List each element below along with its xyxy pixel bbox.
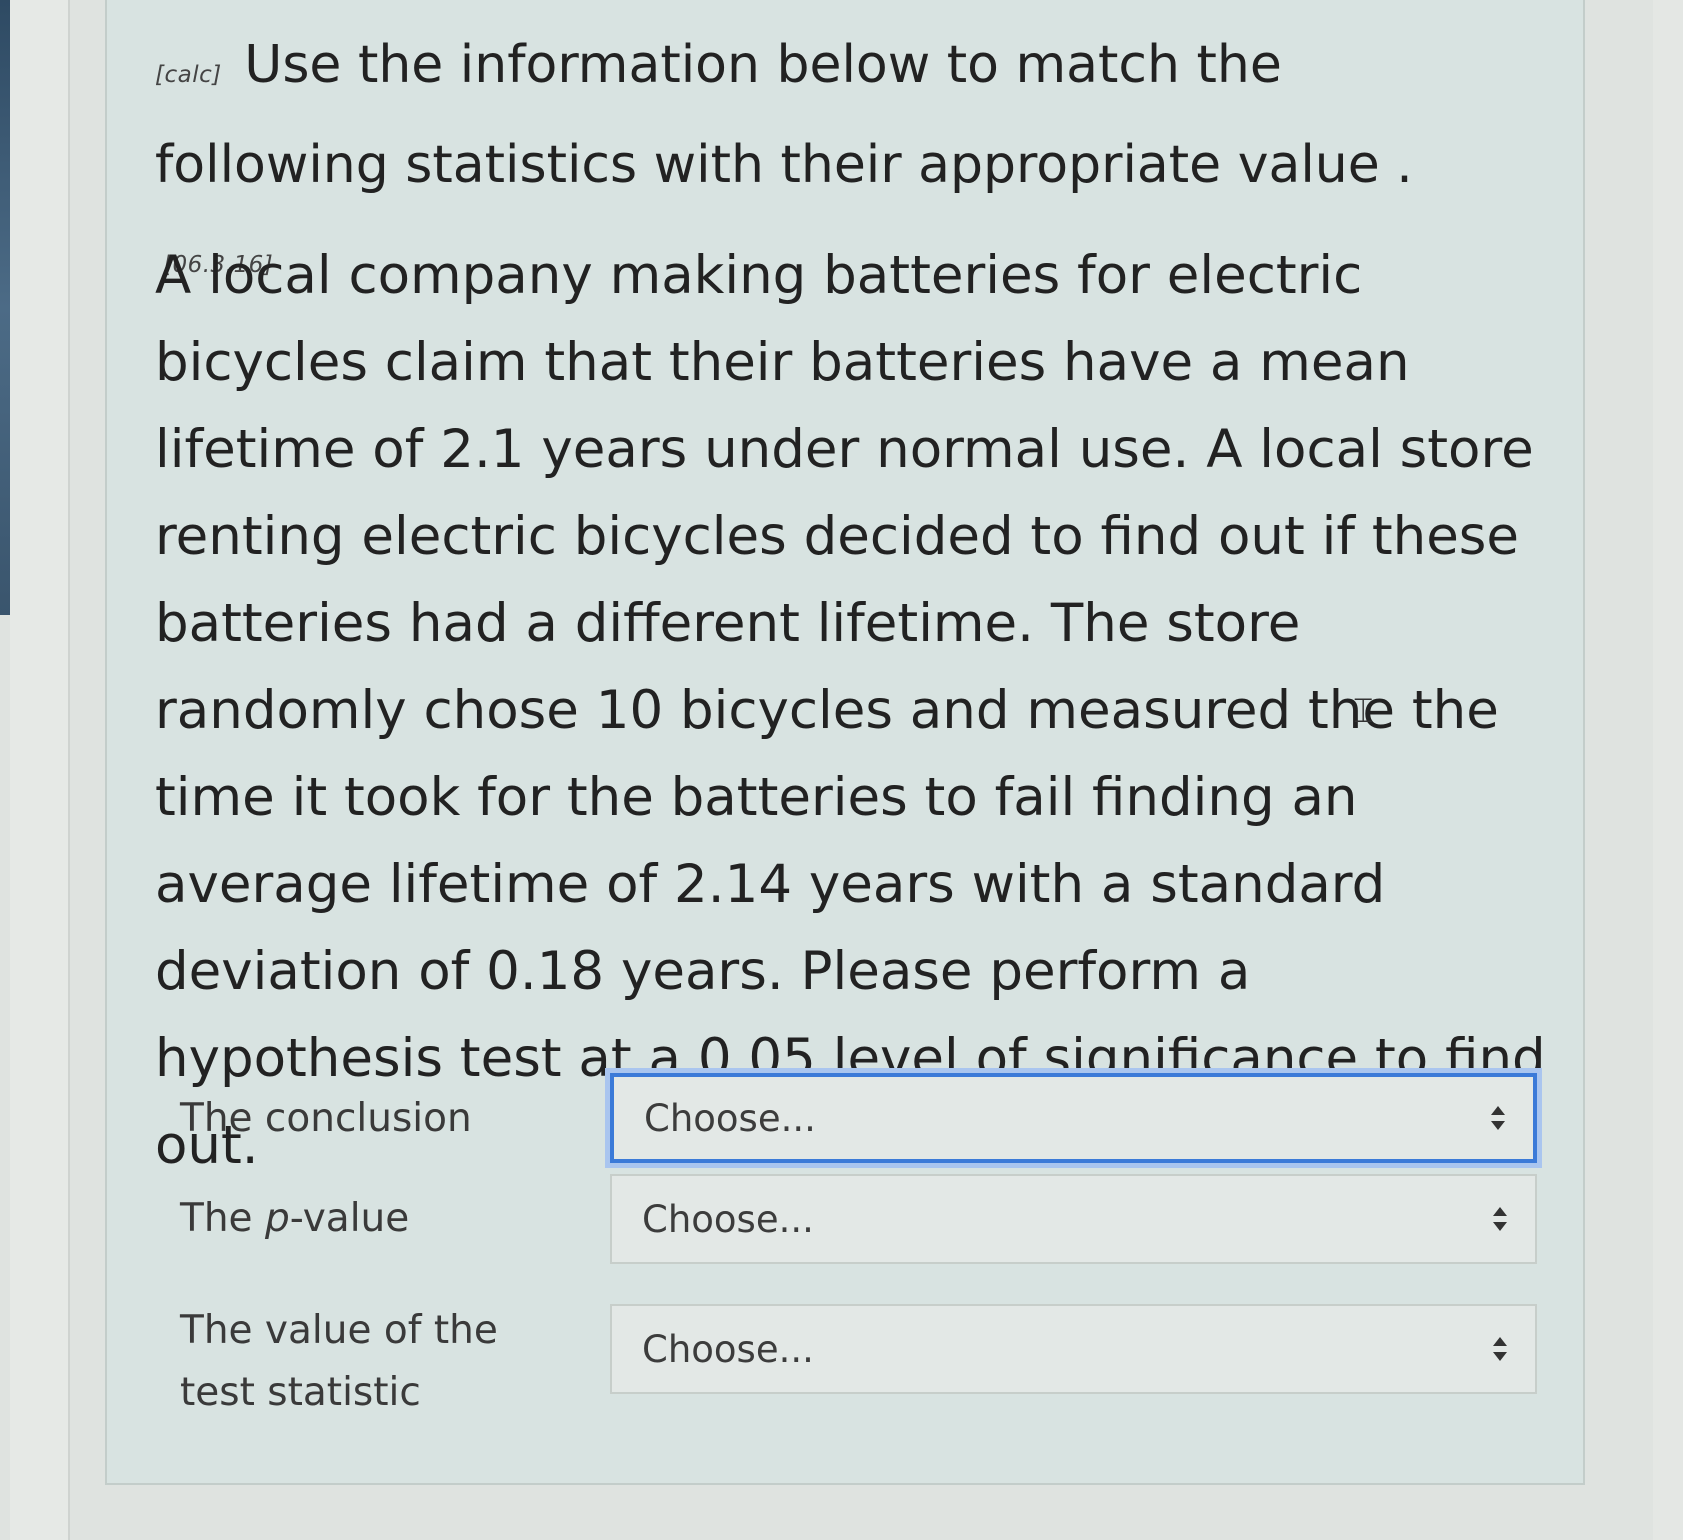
match-label-conclusion: The conclusion — [180, 1096, 472, 1141]
right-page-margin — [1653, 0, 1683, 1540]
question-title-text: Use the information below to match the f… — [155, 35, 1413, 195]
p-value-select-value: Choose... — [642, 1197, 814, 1241]
match-label-test-statistic: The value of the test statistic — [180, 1308, 498, 1415]
left-page-margin — [10, 0, 70, 1540]
up-down-arrows-icon — [1493, 1207, 1507, 1231]
up-down-arrows-icon — [1493, 1337, 1507, 1361]
question-body: A local company making batteries for ele… — [155, 245, 1546, 1176]
p-value-select[interactable]: Choose... — [610, 1174, 1537, 1264]
i-beam-cursor-icon: ⌶ — [1353, 691, 1374, 731]
test-statistic-select[interactable]: Choose... — [610, 1304, 1537, 1394]
calc-tag: [calc] — [155, 62, 222, 88]
up-down-arrows-icon — [1491, 1106, 1505, 1130]
test-statistic-select-value: Choose... — [642, 1327, 814, 1371]
match-label-p-value: The p-value — [180, 1196, 410, 1241]
conclusion-select-value: Choose... — [644, 1096, 816, 1140]
conclusion-select[interactable]: Choose... — [610, 1073, 1537, 1163]
background-window-edge — [0, 0, 10, 615]
